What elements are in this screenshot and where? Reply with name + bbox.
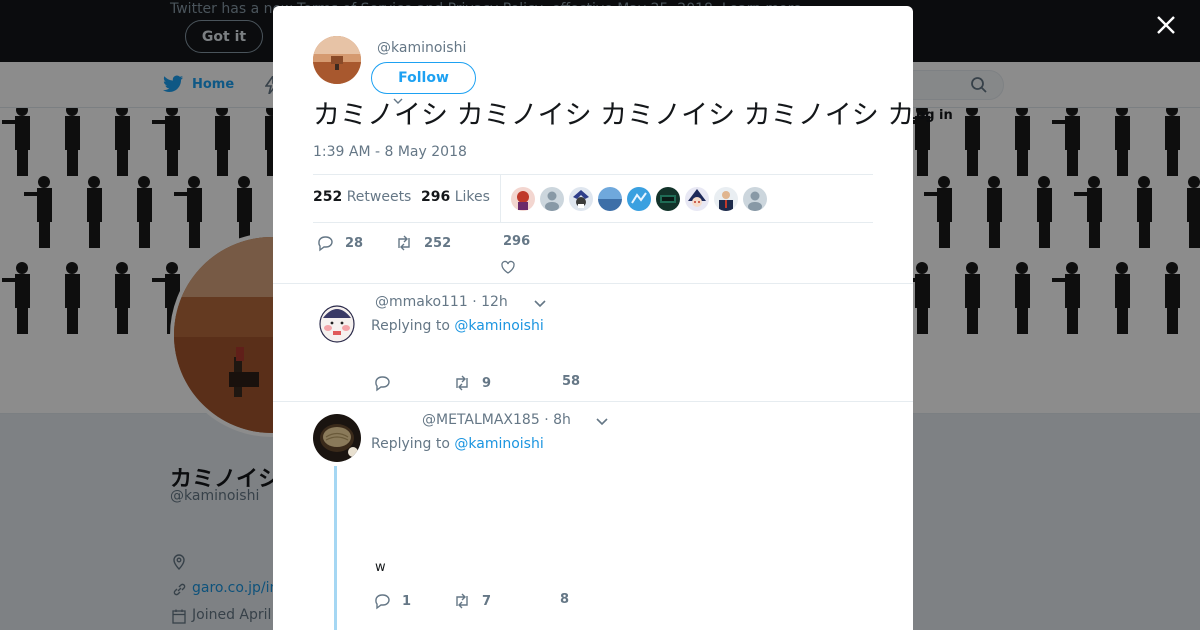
tweet-stats: 252 Retweets 296 Likes — [313, 174, 873, 223]
tweet-timestamp[interactable]: 1:39 AM - 8 May 2018 — [313, 144, 467, 160]
reply-handle[interactable]: @mmako111 · 12h — [375, 294, 508, 310]
reply-time: · 8h — [544, 412, 571, 428]
close-icon[interactable] — [1152, 11, 1180, 39]
liker-avatar[interactable] — [569, 187, 593, 211]
retweet-icon — [456, 375, 468, 391]
likers-avatars — [511, 187, 767, 211]
author-handle[interactable]: @kaminoishi — [377, 40, 466, 56]
reply-divider — [273, 401, 913, 402]
retweet-action[interactable]: 252 — [395, 234, 451, 252]
reply-icon — [375, 376, 390, 392]
reply-handle[interactable]: @METALMAX185 · 8h — [422, 412, 571, 428]
follow-button[interactable]: Follow — [371, 62, 476, 94]
author-avatar[interactable] — [313, 36, 361, 84]
replying-prefix: Replying to — [371, 436, 450, 452]
retweet-action[interactable]: 9 — [453, 374, 491, 392]
liker-avatar[interactable] — [598, 187, 622, 211]
liker-avatar[interactable] — [685, 187, 709, 211]
chevron-down-icon[interactable] — [596, 418, 608, 426]
reply-text: w — [375, 560, 386, 575]
replying-to-link[interactable]: @kaminoishi — [454, 436, 543, 452]
heart-icon[interactable] — [500, 259, 516, 275]
retweet-count: 7 — [482, 593, 492, 609]
thread-connector-line — [334, 466, 337, 630]
retweet-count: 252 — [424, 235, 452, 251]
replying-prefix: Replying to — [371, 318, 450, 334]
retweets-label: Retweets — [346, 189, 412, 205]
replying-to: Replying to @kaminoishi — [371, 318, 544, 334]
reply-icon — [375, 594, 390, 610]
liker-avatar[interactable] — [540, 187, 564, 211]
chevron-down-icon[interactable] — [534, 300, 546, 308]
reply-time: · 12h — [472, 294, 508, 310]
like-count: 8 — [560, 592, 570, 607]
reply-avatar[interactable] — [313, 296, 361, 344]
reply-action[interactable]: 1 — [373, 592, 411, 610]
tweet-divider — [273, 283, 913, 284]
like-action[interactable]: 296 — [503, 234, 530, 249]
like-count: 58 — [562, 374, 581, 389]
retweet-action[interactable]: 7 — [453, 592, 491, 610]
liker-avatar[interactable] — [743, 187, 767, 211]
reply-username: @METALMAX185 — [422, 412, 540, 428]
like-count: 296 — [503, 234, 531, 249]
likes-label: Likes — [454, 189, 490, 205]
liker-avatar[interactable] — [511, 187, 535, 211]
tweet-text: カミノイシ カミノイシ カミノイシ カミノイシ カミノイシ カミノイシ カミノイ… — [313, 100, 913, 131]
retweets-stat[interactable]: 252 Retweets — [313, 189, 411, 205]
tweet-actions: 28 252 296 — [313, 234, 873, 274]
liker-avatar[interactable] — [714, 187, 738, 211]
liker-avatar[interactable] — [656, 187, 680, 211]
like-action[interactable]: 8 — [560, 592, 569, 607]
reply-count: 28 — [345, 235, 364, 251]
reply-icon — [318, 236, 333, 252]
reply-action[interactable]: 28 — [316, 234, 363, 252]
retweet-count: 9 — [482, 375, 492, 391]
reply-action[interactable] — [373, 374, 402, 392]
like-action[interactable]: 58 — [562, 374, 580, 389]
retweet-icon — [456, 593, 468, 609]
retweets-count: 252 — [313, 189, 343, 205]
liker-avatar[interactable] — [627, 187, 651, 211]
stats-divider — [500, 175, 501, 222]
likes-stat[interactable]: 296 Likes — [421, 189, 490, 205]
reply-avatar[interactable] — [313, 414, 361, 462]
reply-username: @mmako111 — [375, 294, 468, 310]
reply-count: 1 — [402, 593, 412, 609]
replying-to-link[interactable]: @kaminoishi — [454, 318, 543, 334]
likes-count: 296 — [421, 189, 451, 205]
replying-to: Replying to @kaminoishi — [371, 436, 544, 452]
tweet-permalink-modal: @kaminoishi Follow カミノイシ カミノイシ カミノイシ カミノ… — [273, 6, 913, 630]
retweet-icon — [398, 235, 410, 251]
